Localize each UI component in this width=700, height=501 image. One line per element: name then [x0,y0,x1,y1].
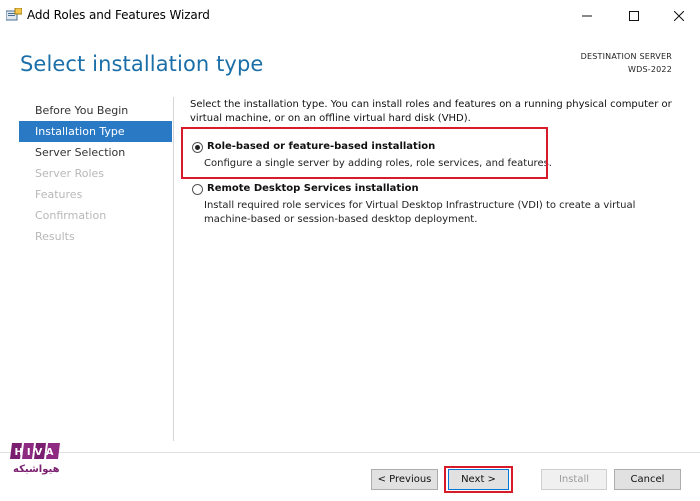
minimize-button[interactable] [564,0,610,31]
nav-divider [173,97,174,441]
nav-item-results: Results [35,230,75,243]
nav-item-confirmation: Confirmation [35,209,107,222]
window-title: Add Roles and Features Wizard [27,8,210,22]
maximize-icon [629,10,639,21]
wizard-nav: Before You Begin Installation Type Serve… [19,100,172,247]
previous-button[interactable]: < Previous [371,469,438,490]
next-button-highlight [444,466,513,493]
install-button: Install [541,469,607,490]
maximize-button[interactable] [611,0,657,31]
option-title[interactable]: Remote Desktop Services installation [207,183,419,194]
footer-divider [0,452,700,453]
intro-text: Select the installation type. You can in… [190,99,672,124]
cancel-button[interactable]: Cancel [614,469,681,490]
wizard-window: Add Roles and Features Wizard Select ins… [0,0,700,501]
nav-item-installation-type[interactable]: Installation Type [19,121,172,142]
option-description: Install required role services for Virtu… [204,200,636,225]
wizard-header: Select installation type DESTINATION SER… [0,31,700,92]
destination-server-label: DESTINATION SERVER [580,52,672,61]
page-title: Select installation type [20,52,264,76]
title-bar[interactable]: Add Roles and Features Wizard [0,0,700,31]
nav-item-before-you-begin[interactable]: Before You Begin [19,100,172,121]
logo-text: هیواشبکه [13,464,60,475]
nav-item-features: Features [35,188,83,201]
selected-option-highlight [181,127,548,179]
close-button[interactable] [656,0,700,31]
server-manager-icon [6,8,22,21]
destination-server-value: WDS-2022 [628,65,672,74]
hiva-logo: HIVA هیواشبکه [10,441,62,486]
radio-remote-desktop[interactable] [192,184,203,195]
content-panel: Select the installation type. You can in… [190,98,680,126]
close-icon [674,10,684,21]
logo-letters: HIVA [15,447,58,458]
minimize-icon [582,15,592,16]
hiva-logo-mark: HIVA [10,443,60,459]
nav-item-server-roles: Server Roles [35,167,105,180]
nav-item-server-selection[interactable]: Server Selection [19,142,172,163]
